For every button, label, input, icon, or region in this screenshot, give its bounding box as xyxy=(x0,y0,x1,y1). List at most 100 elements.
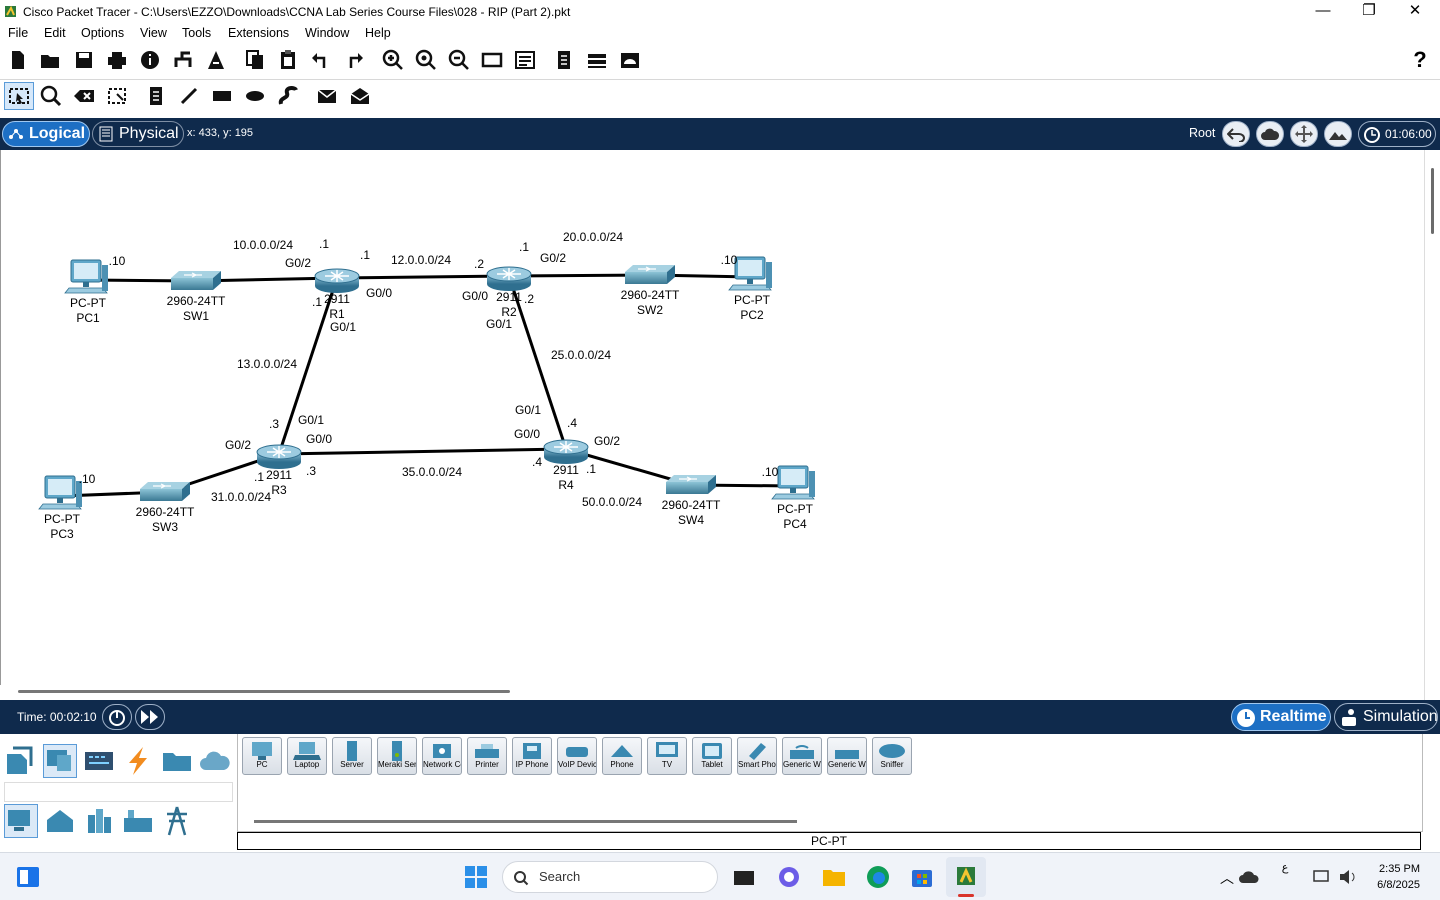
device-sw4[interactable]: 2960-24TTSW4 xyxy=(662,475,721,527)
fast-forward-button[interactable] xyxy=(135,704,165,730)
menu-help[interactable]: Help xyxy=(365,26,391,40)
device-r4[interactable]: 2911R4 xyxy=(543,439,589,492)
power-cycle-button[interactable] xyxy=(102,704,132,730)
onedrive-cloud-icon[interactable] xyxy=(1238,867,1260,887)
custom-device-dialog-icon[interactable] xyxy=(511,46,539,74)
end-device-generic-wired[interactable]: Generic Wired xyxy=(827,737,867,775)
input-language-indicator[interactable]: ع xyxy=(1276,861,1294,875)
freeform-icon[interactable] xyxy=(274,82,302,110)
drawing-palette-icon[interactable] xyxy=(478,46,506,74)
device-pc1[interactable]: PC-PTPC1 xyxy=(64,259,108,325)
device-template-icon[interactable] xyxy=(550,46,578,74)
file-explorer-icon[interactable] xyxy=(820,863,848,891)
link-r1-r2[interactable] xyxy=(336,274,510,280)
show-hidden-icons-chevron-icon[interactable]: ︿ xyxy=(1220,868,1234,888)
packet-tracer-taskbar-button[interactable] xyxy=(946,857,986,897)
end-device-printer[interactable]: Printer xyxy=(467,737,507,775)
zoom-reset-icon[interactable] xyxy=(412,46,440,74)
close-button[interactable]: ✕ xyxy=(1392,2,1438,22)
paste-icon[interactable] xyxy=(274,46,302,74)
menu-file[interactable]: File xyxy=(8,26,28,40)
draw-line-icon[interactable] xyxy=(175,82,203,110)
widgets-icon[interactable] xyxy=(14,863,42,891)
taskbar-search-box[interactable]: Search xyxy=(502,861,718,893)
add-complex-pdu-icon[interactable] xyxy=(346,82,374,110)
info-icon[interactable] xyxy=(136,46,164,74)
zoom-out-icon[interactable] xyxy=(445,46,473,74)
network-icon[interactable] xyxy=(1312,867,1332,887)
print-icon[interactable] xyxy=(103,46,131,74)
end-device-pc[interactable]: PC xyxy=(242,737,282,775)
cluster-button[interactable] xyxy=(1256,121,1284,147)
inspect-tool-icon[interactable] xyxy=(37,82,65,110)
menu-view[interactable]: View xyxy=(140,26,167,40)
help-icon[interactable]: ? xyxy=(1406,46,1434,74)
device-sw1[interactable]: 2960-24TTSW1 xyxy=(167,271,226,323)
menu-tools[interactable]: Tools xyxy=(182,26,211,40)
taskbar-clock[interactable]: 2:35 PM 6/8/2025 xyxy=(1366,861,1420,893)
smart-city-subcategory-icon[interactable] xyxy=(82,804,116,838)
place-note-icon[interactable] xyxy=(142,82,170,110)
add-simple-pdu-icon[interactable] xyxy=(313,82,341,110)
resize-shape-icon[interactable] xyxy=(103,82,131,110)
simulation-mode-button[interactable]: Simulation xyxy=(1334,703,1438,731)
copy-icon[interactable] xyxy=(241,46,269,74)
end-device-meraki-server[interactable]: Meraki Server xyxy=(377,737,417,775)
vertical-scroll-thumb[interactable] xyxy=(1431,168,1434,234)
end-device-generic-wireless[interactable]: Generic Wireless xyxy=(782,737,822,775)
delete-tool-icon[interactable] xyxy=(70,82,98,110)
vertical-scrollbar[interactable]: ▶ xyxy=(1424,150,1440,796)
end-device-ip-phone[interactable]: IP Phone xyxy=(512,737,552,775)
back-button[interactable] xyxy=(1222,121,1250,147)
volume-icon[interactable] xyxy=(1338,867,1358,887)
set-background-button[interactable] xyxy=(1324,121,1352,147)
end-device-laptop[interactable]: Laptop xyxy=(287,737,327,775)
multiuser-category-icon[interactable] xyxy=(198,744,232,778)
undo-icon[interactable] xyxy=(307,46,335,74)
device-list-scrollbar[interactable] xyxy=(254,820,797,823)
end-device-sniffer[interactable]: Sniffer xyxy=(872,737,912,775)
pdu-list-icon[interactable] xyxy=(583,46,611,74)
end-devices-subcategory-icon[interactable] xyxy=(4,804,38,838)
save-icon[interactable] xyxy=(70,46,98,74)
network-devices-category-icon[interactable] xyxy=(4,744,38,778)
end-devices-category-icon[interactable] xyxy=(43,744,77,778)
horizontal-scroll-thumb[interactable] xyxy=(18,690,510,693)
network-settings-icon[interactable] xyxy=(616,46,644,74)
open-folder-icon[interactable] xyxy=(36,46,64,74)
home-subcategory-icon[interactable] xyxy=(43,804,77,838)
connections-category-icon[interactable] xyxy=(121,744,155,778)
viewport-clock-button[interactable]: 01:06:00 xyxy=(1358,121,1436,147)
edge-browser-icon[interactable] xyxy=(864,863,892,891)
menu-edit[interactable]: Edit xyxy=(44,26,66,40)
logical-workspace[interactable]: PC-PT PC1 2960-24TT SW1 2911 R1 2911 R2 2960-24T… xyxy=(0,150,1424,685)
zoom-in-icon[interactable] xyxy=(379,46,407,74)
copilot-app-icon[interactable] xyxy=(775,863,803,891)
industrial-subcategory-icon[interactable] xyxy=(121,804,155,838)
minimize-button[interactable]: — xyxy=(1300,2,1346,22)
miscellaneous-category-icon[interactable] xyxy=(160,744,194,778)
activity-wizard-icon[interactable] xyxy=(202,46,230,74)
components-category-icon[interactable] xyxy=(82,744,116,778)
end-device-tv[interactable]: TV xyxy=(647,737,687,775)
new-file-icon[interactable] xyxy=(4,46,32,74)
menu-options[interactable]: Options xyxy=(81,26,124,40)
realtime-mode-button[interactable]: Realtime xyxy=(1231,703,1331,731)
start-windows-icon[interactable] xyxy=(462,863,490,891)
end-device-server[interactable]: Server xyxy=(332,737,372,775)
device-sw2[interactable]: 2960-24TTSW2 xyxy=(621,265,680,317)
logical-view-button[interactable]: Logical xyxy=(2,121,90,147)
draw-ellipse-icon[interactable] xyxy=(241,82,269,110)
terminal-app-icon[interactable] xyxy=(730,863,758,891)
power-grid-subcategory-icon[interactable] xyxy=(160,804,194,838)
horizontal-scrollbar[interactable] xyxy=(0,685,1424,700)
device-sw3[interactable]: 2960-24TTSW3 xyxy=(136,482,195,534)
end-device-voip-device[interactable]: VoIP Device xyxy=(557,737,597,775)
physical-view-button[interactable]: Physical xyxy=(92,121,184,147)
network-info-icon[interactable] xyxy=(169,46,197,74)
device-pc4[interactable]: PC-PTPC4 xyxy=(771,465,815,531)
redo-icon[interactable] xyxy=(340,46,368,74)
menu-extensions[interactable]: Extensions xyxy=(228,26,289,40)
end-device-network-controller[interactable]: Network Controller xyxy=(422,737,462,775)
end-device-smart-phone[interactable]: Smart Phone xyxy=(737,737,777,775)
